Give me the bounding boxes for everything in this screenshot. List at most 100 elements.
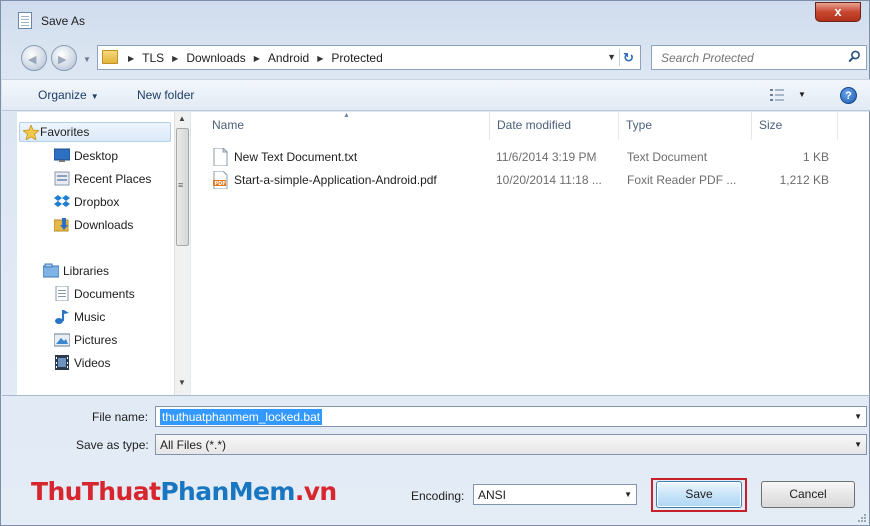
column-header-date-modified[interactable]: Date modified bbox=[497, 118, 571, 132]
forward-button[interactable]: ▶ bbox=[51, 45, 77, 71]
breadcrumb-item-protected[interactable]: Protected bbox=[331, 51, 382, 65]
pane-divider bbox=[2, 395, 870, 396]
file-type: Text Document bbox=[627, 150, 708, 164]
watermark-part-3: .vn bbox=[294, 477, 337, 506]
forward-arrow-icon: ▶ bbox=[58, 54, 67, 66]
save-as-type-label: Save as type: bbox=[76, 438, 149, 452]
organize-button[interactable]: Organize ▼ bbox=[38, 88, 99, 102]
encoding-label: Encoding: bbox=[411, 489, 465, 503]
file-name-field[interactable]: thuthuatphanmem_locked.bat ▼ bbox=[155, 406, 867, 427]
column-divider[interactable] bbox=[751, 112, 752, 140]
file-name: New Text Document.txt bbox=[234, 150, 358, 164]
window-title: Save As bbox=[41, 14, 86, 28]
navigation-pane: Favorites Desktop Recent Places Dropbox bbox=[17, 112, 190, 395]
save-as-type-value: All Files (*.*) bbox=[160, 438, 227, 452]
encoding-value: ANSI bbox=[478, 488, 507, 502]
svg-text:PDF: PDF bbox=[215, 181, 226, 187]
chevron-down-icon: ▼ bbox=[90, 92, 99, 101]
column-divider[interactable] bbox=[837, 112, 838, 140]
command-toolbar: Organize ▼ New folder ▼ ? bbox=[2, 79, 870, 111]
column-divider[interactable] bbox=[489, 112, 490, 140]
file-type: Foxit Reader PDF ... bbox=[627, 173, 737, 187]
file-name-label: File name: bbox=[92, 410, 149, 424]
help-icon[interactable]: ? bbox=[840, 87, 857, 104]
refresh-icon[interactable]: ↻ bbox=[619, 49, 637, 66]
resize-grip-icon[interactable] bbox=[856, 512, 866, 522]
encoding-select[interactable]: ANSI ▼ bbox=[473, 484, 637, 505]
breadcrumb-separator-icon[interactable]: ▶ bbox=[172, 54, 178, 63]
sidebar-item-documents[interactable]: Documents bbox=[55, 284, 135, 304]
sidebar-item-label: Documents bbox=[74, 287, 135, 301]
videos-icon bbox=[55, 355, 69, 370]
view-options-icon[interactable] bbox=[770, 89, 784, 101]
breadcrumb-item-android[interactable]: Android bbox=[268, 51, 309, 65]
watermark-part-1: ThuThuat bbox=[31, 477, 161, 506]
cancel-button[interactable]: Cancel bbox=[761, 481, 855, 508]
sidebar-item-label: Recent Places bbox=[74, 172, 152, 186]
site-watermark-logo: ThuThuatPhanMem.vn bbox=[31, 477, 337, 506]
organize-label: Organize bbox=[38, 88, 87, 102]
sidebar-item-label: Pictures bbox=[74, 333, 118, 347]
view-dropdown-icon[interactable]: ▼ bbox=[798, 90, 806, 99]
breadcrumb-separator-icon[interactable]: ▶ bbox=[254, 54, 260, 63]
table-row[interactable]: New Text Document.txt 11/6/2014 3:19 PM … bbox=[211, 147, 851, 167]
sidebar-item-downloads[interactable]: Downloads bbox=[54, 215, 133, 235]
back-button[interactable]: ◀ bbox=[21, 45, 47, 71]
sidebar-item-libraries[interactable]: Libraries bbox=[43, 261, 110, 281]
breadcrumb: ▶ TLS ▶ Downloads ▶ Android ▶ Protected bbox=[124, 51, 383, 65]
back-arrow-icon: ◀ bbox=[28, 54, 37, 66]
close-button[interactable]: x bbox=[815, 2, 861, 22]
sidebar-item-label: Desktop bbox=[74, 149, 119, 163]
notepad-icon bbox=[18, 12, 32, 29]
favorites-label: Favorites bbox=[40, 125, 90, 139]
music-icon bbox=[55, 310, 69, 324]
file-name-input[interactable]: thuthuatphanmem_locked.bat bbox=[160, 409, 323, 425]
desktop-icon bbox=[54, 148, 70, 162]
file-list: ▲ Name Date modified Type Size New Text … bbox=[191, 112, 869, 395]
address-bar[interactable]: ▶ TLS ▶ Downloads ▶ Android ▶ Protected … bbox=[97, 45, 641, 70]
documents-icon bbox=[55, 286, 69, 301]
address-dropdown-icon[interactable]: ▼ bbox=[607, 52, 616, 62]
chevron-down-icon[interactable]: ▼ bbox=[624, 490, 632, 499]
title-bar: Save As x bbox=[1, 1, 869, 39]
new-folder-button[interactable]: New folder bbox=[137, 88, 194, 102]
column-header-type[interactable]: Type bbox=[626, 118, 652, 132]
breadcrumb-item-downloads[interactable]: Downloads bbox=[186, 51, 245, 65]
column-header-size[interactable]: Size bbox=[759, 118, 782, 132]
watermark-part-2: PhanMem bbox=[160, 477, 295, 506]
save-as-dialog: Save As x ◀ ▶ ▼ ▶ TLS ▶ Downloads ▶ Andr… bbox=[0, 0, 870, 526]
chevron-down-icon[interactable]: ▼ bbox=[854, 412, 862, 421]
sidebar-item-videos[interactable]: Videos bbox=[55, 353, 110, 373]
libraries-label: Libraries bbox=[63, 264, 110, 278]
breadcrumb-separator-icon[interactable]: ▶ bbox=[317, 54, 323, 63]
sidebar-item-label: Music bbox=[74, 310, 106, 324]
scroll-down-icon[interactable]: ▼ bbox=[178, 378, 186, 387]
table-row[interactable]: PDF Start-a-simple-Application-Android.p… bbox=[211, 170, 851, 190]
sidebar-item-desktop[interactable]: Desktop bbox=[54, 146, 119, 166]
save-as-type-select[interactable]: All Files (*.*) ▼ bbox=[155, 434, 867, 455]
sidebar-item-music[interactable]: Music bbox=[55, 307, 106, 327]
sidebar-item-dropbox[interactable]: Dropbox bbox=[54, 192, 119, 212]
column-divider[interactable] bbox=[618, 112, 619, 140]
chevron-down-icon[interactable]: ▼ bbox=[854, 440, 862, 449]
highlight-box bbox=[651, 478, 747, 512]
sidebar-item-recent-places[interactable]: Recent Places bbox=[54, 169, 152, 189]
file-size: 1 KB bbox=[802, 150, 829, 164]
sidebar-item-pictures[interactable]: Pictures bbox=[54, 330, 118, 350]
scroll-up-icon[interactable]: ▲ bbox=[178, 114, 186, 123]
navigation-scrollbar[interactable]: ▲ ≡ ▼ bbox=[174, 112, 190, 395]
pictures-icon bbox=[54, 333, 70, 347]
recent-locations-dropdown[interactable]: ▼ bbox=[83, 55, 91, 64]
search-box[interactable] bbox=[651, 45, 867, 70]
search-icon[interactable] bbox=[848, 50, 861, 63]
file-date: 11/6/2014 3:19 PM bbox=[496, 150, 597, 164]
dropbox-icon bbox=[54, 195, 70, 207]
file-date: 10/20/2014 11:18 ... bbox=[496, 173, 602, 187]
breadcrumb-item-tls[interactable]: TLS bbox=[142, 51, 164, 65]
breadcrumb-separator-icon[interactable]: ▶ bbox=[128, 54, 134, 63]
file-name: Start-a-simple-Application-Android.pdf bbox=[234, 173, 437, 187]
search-input[interactable] bbox=[652, 46, 842, 69]
column-header-name[interactable]: Name bbox=[212, 118, 244, 132]
sidebar-item-favorites[interactable]: Favorites bbox=[19, 122, 171, 142]
sort-ascending-icon: ▲ bbox=[343, 112, 350, 119]
